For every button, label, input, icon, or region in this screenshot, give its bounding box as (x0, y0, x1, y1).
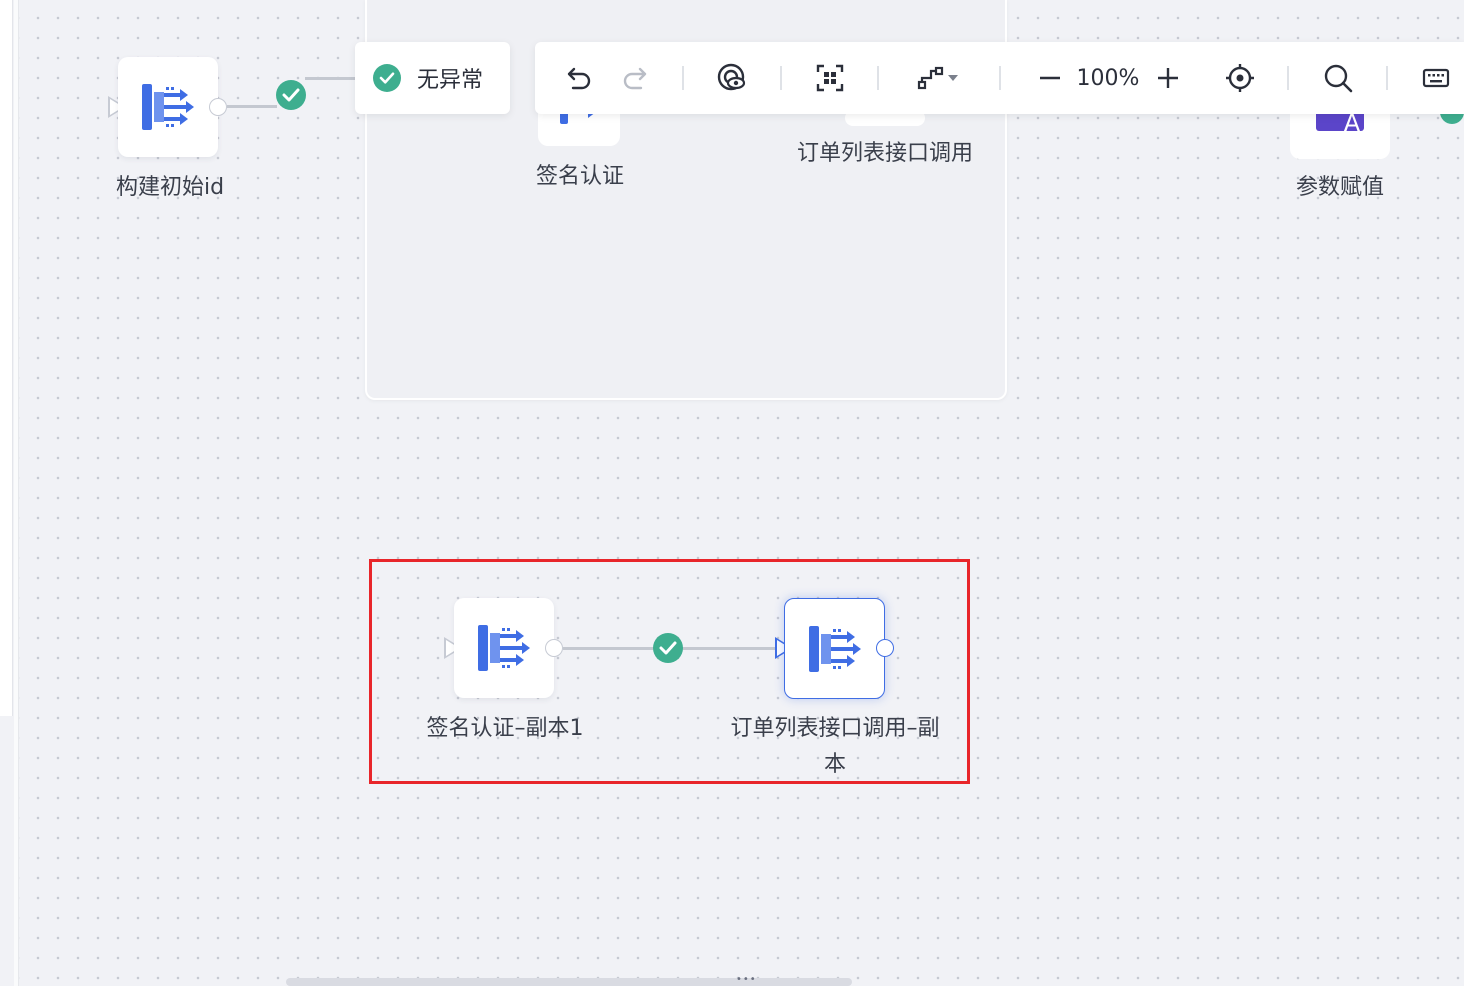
zoom-out-button[interactable] (1035, 62, 1065, 94)
connector-style-dropdown[interactable] (911, 62, 965, 94)
preview-button[interactable] (715, 62, 749, 94)
search-icon (1324, 64, 1353, 93)
keyboard-shortcuts-button[interactable] (1419, 62, 1453, 94)
zoom-level-text: 100% (1076, 65, 1140, 91)
fit-view-icon (816, 64, 844, 92)
node-label: 参数赋值 (1295, 175, 1384, 200)
undo-button[interactable] (563, 62, 595, 94)
scrollbar-grip-icon[interactable]: ••• (736, 975, 757, 985)
toolbar-divider (999, 66, 1001, 90)
preview-icon (717, 63, 746, 91)
validation-status[interactable]: 无异常 (355, 42, 510, 114)
zoom-out-icon (1040, 76, 1060, 80)
node-label: 签名认证 (535, 164, 624, 189)
locate-button[interactable] (1223, 62, 1257, 94)
node-output-port[interactable] (209, 98, 227, 116)
toolbar-divider (1287, 66, 1289, 90)
search-button[interactable] (1321, 62, 1355, 94)
connector-style-icon (917, 66, 944, 90)
left-panel-edge (14, 0, 19, 986)
locate-icon (1226, 64, 1254, 92)
toolbar-divider (877, 66, 879, 90)
canvas-toolbar: 100% (535, 42, 1464, 114)
toolbar-divider (780, 66, 782, 90)
connection-edge[interactable] (305, 77, 355, 80)
redo-icon (623, 67, 647, 90)
left-scrollbar[interactable] (0, 0, 13, 716)
undo-icon (567, 67, 591, 90)
data-transform-icon (142, 84, 194, 130)
flow-node-build-initial-id[interactable] (118, 57, 218, 157)
redo-button[interactable] (619, 62, 651, 94)
fit-view-button[interactable] (813, 62, 847, 94)
toolbar-divider (682, 66, 684, 90)
zoom-in-icon (1158, 68, 1178, 88)
node-label: 订单列表接口调用 (796, 141, 973, 166)
connection-edge[interactable] (227, 105, 277, 108)
check-circle-icon (373, 64, 401, 92)
zoom-in-button[interactable] (1153, 62, 1183, 94)
keyboard-icon (1422, 68, 1450, 88)
toolbar-divider (1386, 66, 1388, 90)
horizontal-scrollbar[interactable] (286, 978, 852, 986)
status-label: 无异常 (417, 68, 484, 93)
edge-success-check-icon (276, 80, 306, 110)
node-label: 构建初始id (115, 175, 225, 200)
chevron-down-icon (948, 75, 958, 81)
zoom-level: 100% (1075, 62, 1141, 94)
highlight-annotation-box (369, 559, 970, 784)
